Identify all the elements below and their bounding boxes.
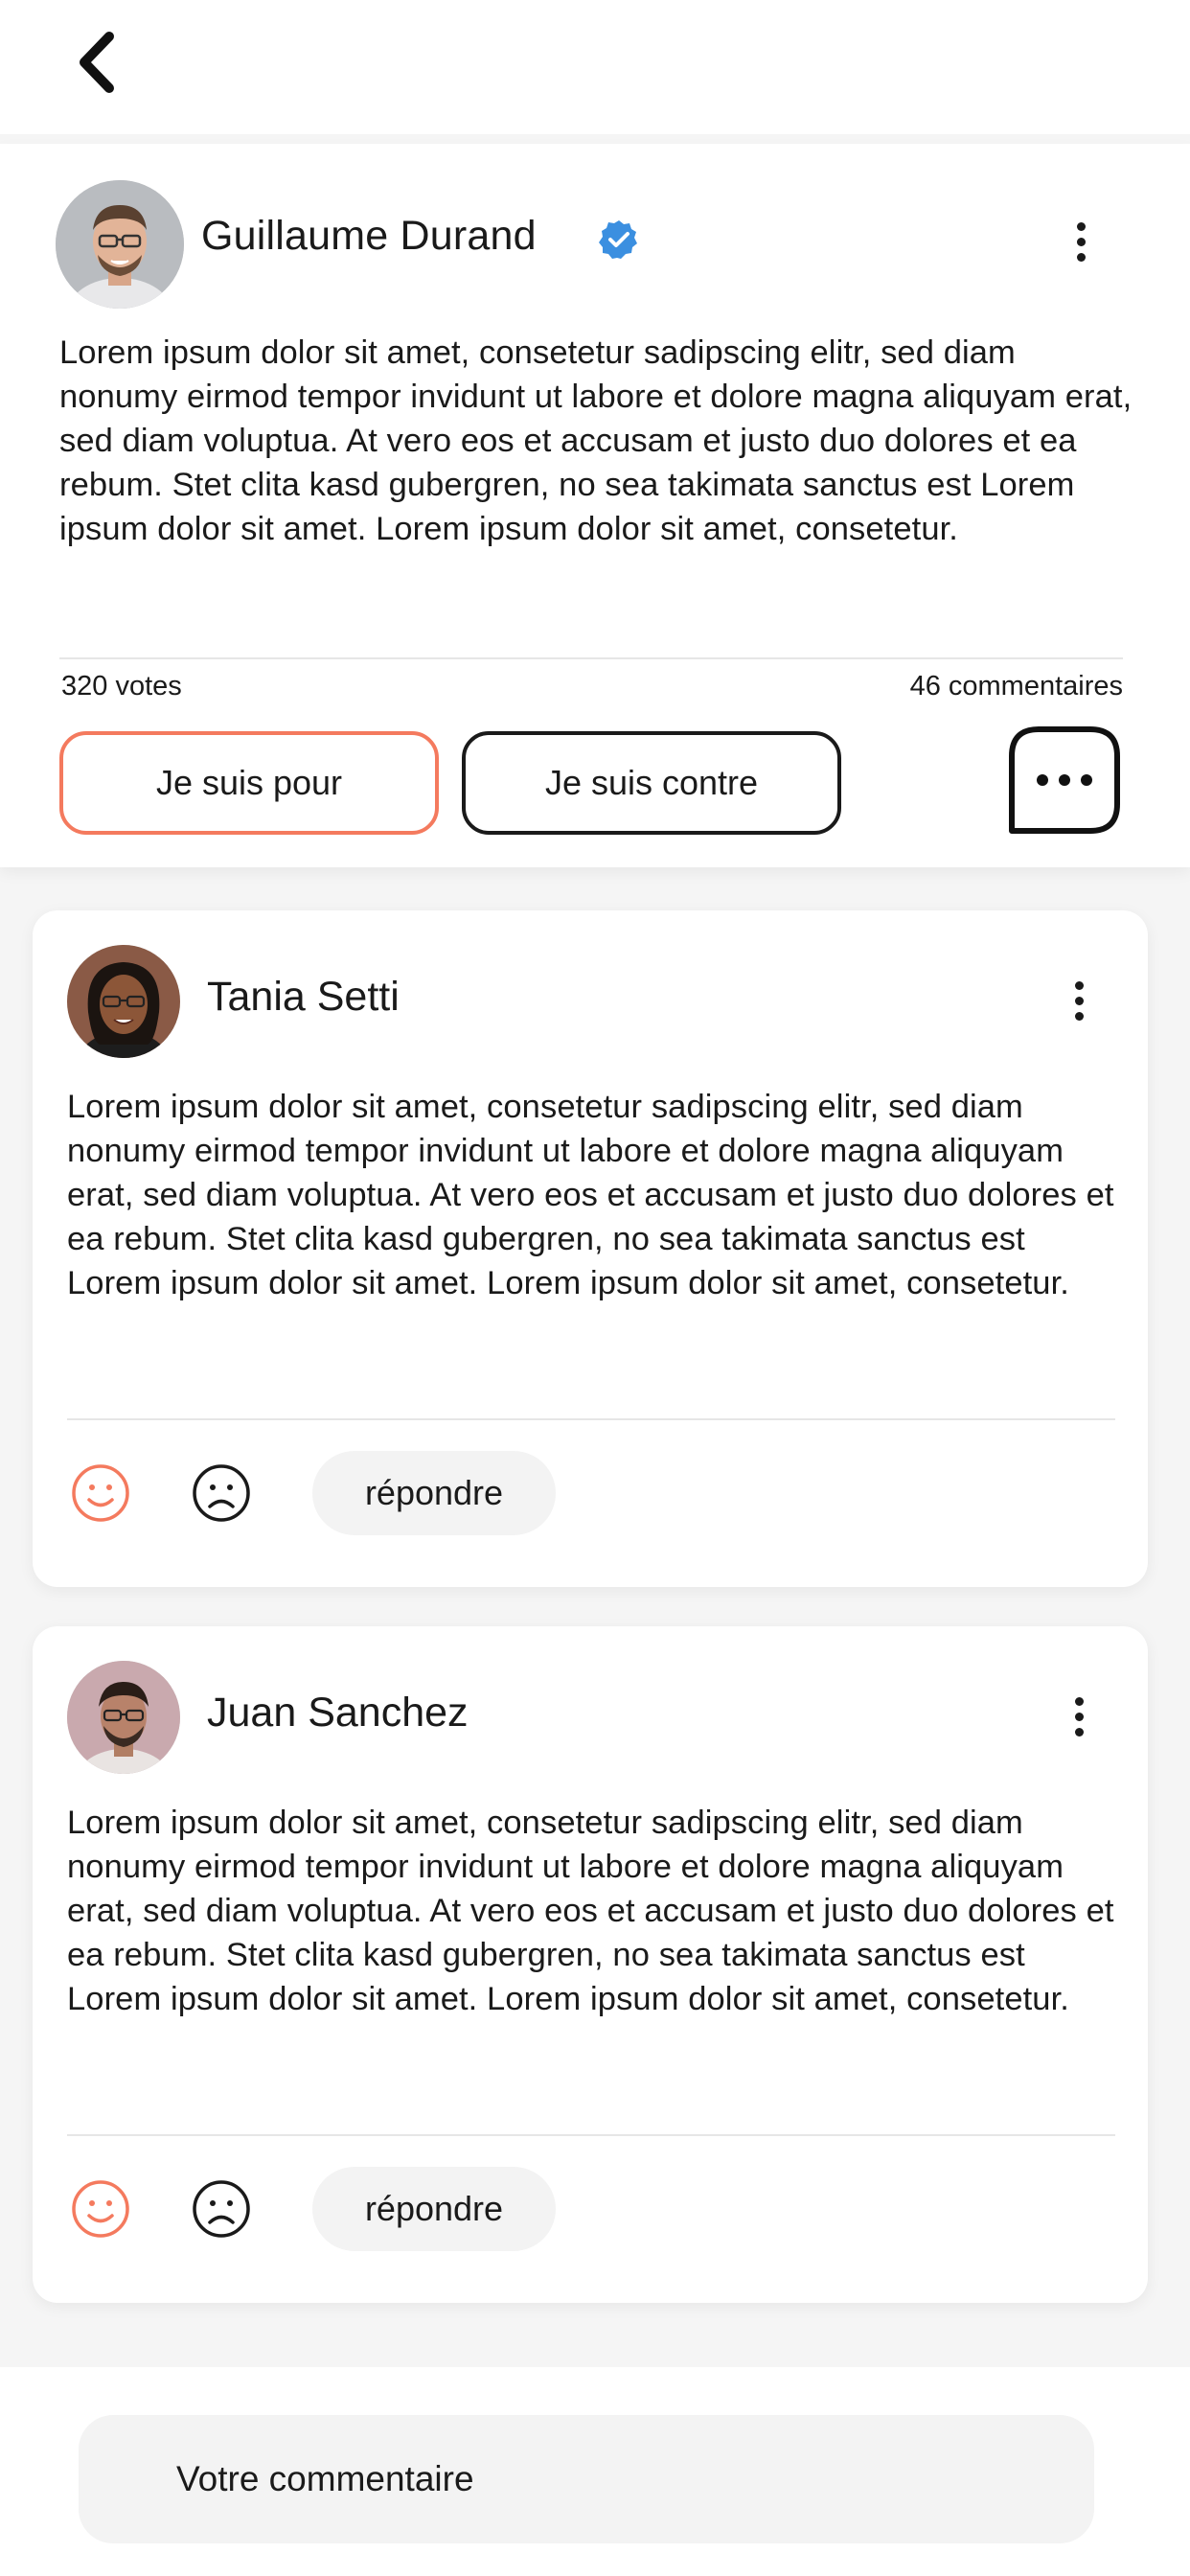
post-text: Lorem ipsum dolor sit amet, consetetur s… bbox=[59, 334, 1133, 547]
more-vertical-icon bbox=[1074, 1696, 1084, 1706]
frown-icon[interactable] bbox=[190, 2177, 253, 2241]
more-vertical-icon bbox=[1074, 980, 1084, 990]
post-divider bbox=[59, 657, 1123, 659]
comment-more-button[interactable] bbox=[1060, 1686, 1098, 1747]
post-author-name[interactable]: Guillaume Durand bbox=[201, 213, 537, 260]
main-post: Guillaume Durand Lorem ipsum dolor sit a… bbox=[0, 144, 1190, 867]
comment-composer bbox=[0, 2367, 1190, 2576]
comment-card: Juan Sanchez Lorem ipsum dolor sit amet,… bbox=[33, 1626, 1148, 2303]
comment-card: Tania Setti Lorem ipsum dolor sit amet, … bbox=[33, 910, 1148, 1587]
reply-button[interactable]: répondre bbox=[312, 2167, 556, 2251]
vote-for-button[interactable]: Je suis pour bbox=[59, 731, 439, 835]
avatar-guillaume-image bbox=[56, 180, 184, 309]
smile-icon[interactable] bbox=[69, 2177, 132, 2241]
comment-author-name[interactable]: Juan Sanchez bbox=[207, 1690, 469, 1736]
back-button[interactable] bbox=[63, 29, 130, 96]
avatar-tania-image bbox=[67, 945, 180, 1058]
chevron-left-icon bbox=[80, 32, 114, 93]
vote-against-button[interactable]: Je suis contre bbox=[462, 731, 841, 835]
smile-icon[interactable] bbox=[69, 1461, 132, 1525]
post-more-button[interactable] bbox=[1062, 211, 1100, 272]
reply-button[interactable]: répondre bbox=[312, 1451, 556, 1535]
comment-divider bbox=[67, 1418, 1115, 1420]
comment-input[interactable] bbox=[79, 2415, 1094, 2543]
chat-bubble-icon[interactable] bbox=[1006, 724, 1123, 837]
comment-text: Lorem ipsum dolor sit amet, consetetur s… bbox=[67, 1805, 1114, 2017]
avatar[interactable] bbox=[56, 180, 184, 309]
votes-count: 320 votes bbox=[61, 671, 182, 702]
frown-icon[interactable] bbox=[190, 1461, 253, 1525]
comment-text: Lorem ipsum dolor sit amet, consetetur s… bbox=[67, 1089, 1114, 1301]
avatar-juan-image bbox=[67, 1661, 180, 1774]
comment-author-name[interactable]: Tania Setti bbox=[207, 974, 400, 1021]
more-vertical-icon bbox=[1076, 221, 1086, 231]
comments-count[interactable]: 46 commentaires bbox=[910, 671, 1123, 702]
comment-more-button[interactable] bbox=[1060, 970, 1098, 1031]
top-bar bbox=[0, 0, 1190, 134]
avatar[interactable] bbox=[67, 945, 180, 1058]
comment-divider bbox=[67, 2134, 1115, 2136]
verified-badge-icon bbox=[599, 220, 637, 259]
avatar[interactable] bbox=[67, 1661, 180, 1774]
